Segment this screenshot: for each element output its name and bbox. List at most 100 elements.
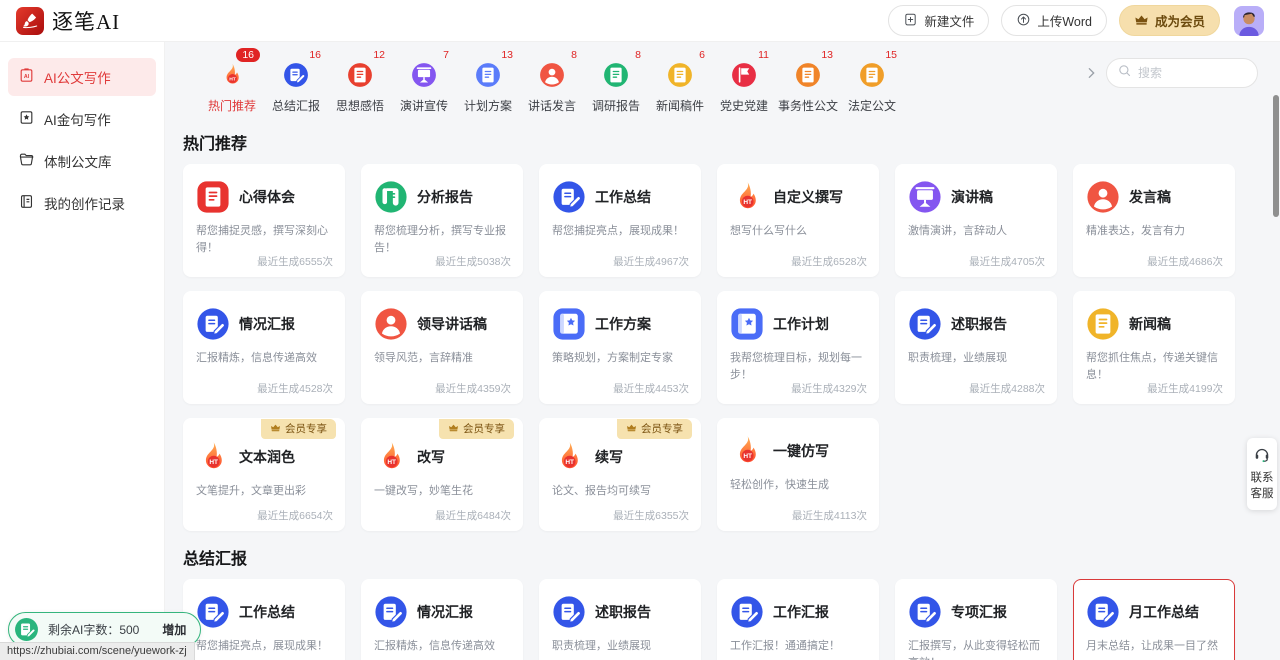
category-tab-2[interactable]: 16总结汇报 (264, 48, 328, 114)
new-document-button[interactable]: 新建文件 (888, 5, 989, 36)
scene-card[interactable]: 分析报告帮您梳理分析，撰写专业报告！最近生成5038次 (361, 164, 523, 277)
scene-card[interactable]: 情况汇报汇报精炼，信息传递高效最近生成4528次 (183, 291, 345, 404)
tab-label: 总结汇报 (264, 97, 328, 114)
card-title: 发言稿 (1129, 187, 1171, 207)
scene-card[interactable]: 会员专享HT续写论文、报告均可续写最近生成6355次 (539, 418, 701, 531)
card-description: 想写什么写什么 (730, 223, 866, 240)
app-title: 逐笔AI (52, 6, 120, 36)
user-avatar[interactable] (1234, 6, 1264, 36)
card-title: 新闻稿 (1129, 314, 1171, 334)
scene-card[interactable]: 工作汇报工作汇报！通通搞定！最近生成3164次 (717, 579, 879, 660)
podium-icon (411, 62, 437, 88)
sidebar-item-label: 我的创作记录 (44, 193, 125, 213)
scene-card[interactable]: 情况汇报汇报精炼，信息传递高效最近生成4528次 (361, 579, 523, 660)
brush-logo-icon (16, 7, 44, 35)
card-title: 述职报告 (595, 602, 651, 622)
crown-icon (1134, 12, 1149, 30)
card-header: 工作汇报 (730, 595, 866, 629)
card-description: 帮您捕捉灵感，撰写深刻心得！ (196, 223, 332, 257)
card-header: HT改写 (374, 440, 510, 474)
scene-card[interactable]: HT自定义撰写想写什么写什么最近生成6528次 (717, 164, 879, 277)
card-generation-count: 最近生成4359次 (435, 381, 511, 396)
section-title: 热门推荐 (183, 130, 1235, 154)
doc-c-icon (603, 62, 629, 88)
doc-c-icon (667, 62, 693, 88)
category-tab-11[interactable]: 15法定公文 (840, 48, 904, 114)
scene-card[interactable]: 工作总结帮您捕捉亮点，展现成果！最近生成4967次 (539, 164, 701, 277)
card-header: 领导讲话稿 (374, 307, 510, 341)
scene-card[interactable]: 演讲稿激情演讲，言辞动人最近生成4705次 (895, 164, 1057, 277)
remaining-ai-words-label: 剩余AI字数：500 (48, 621, 139, 638)
category-tab-7[interactable]: 8调研报告 (584, 48, 648, 114)
doc-c-icon (795, 62, 821, 88)
crown-icon (270, 422, 281, 436)
doc-pen-icon (283, 62, 309, 88)
scene-card[interactable]: 述职报告职责梳理，业绩展现最近生成4288次 (895, 291, 1057, 404)
card-description: 帮您抓住焦点，传递关键信息！ (1086, 350, 1222, 384)
sidebar-item-ai-official-writing[interactable]: AIAI公文写作 (8, 58, 156, 96)
tabs-overflow-chevron-icon[interactable] (1083, 65, 1099, 81)
svg-text:HT: HT (229, 76, 236, 82)
scene-card[interactable]: 会员专享HT文本润色文笔提升，文章更出彩最近生成6654次 (183, 418, 345, 531)
doc-pen-icon (1086, 595, 1120, 629)
tab-label: 法定公文 (840, 97, 904, 114)
category-tab-10[interactable]: 13事务性公文 (776, 48, 840, 114)
scene-card[interactable]: 会员专享HT改写一键改写，妙笔生花最近生成6484次 (361, 418, 523, 531)
sidebar-item-official-doc-library[interactable]: 体制公文库 (8, 142, 156, 180)
svg-text:AI: AI (24, 74, 30, 80)
card-description: 工作汇报！通通搞定！ (730, 638, 866, 655)
upload-word-button[interactable]: 上传Word (1001, 5, 1107, 36)
search-input[interactable] (1138, 66, 1247, 80)
scene-card[interactable]: 述职报告职责梳理，业绩展现最近生成4288次 (539, 579, 701, 660)
scene-card[interactable]: 工作总结帮您捕捉亮点，展现成果！最近生成4967次 (183, 579, 345, 660)
category-tab-5[interactable]: 13计划方案 (456, 48, 520, 114)
sidebar-item-ai-golden-writing[interactable]: AI金句写作 (8, 100, 156, 138)
card-header: 分析报告 (374, 180, 510, 214)
tab-label: 热门推荐 (200, 97, 264, 114)
contact-support-button[interactable]: 联系客服 (1247, 438, 1277, 510)
card-generation-count: 最近生成4288次 (969, 381, 1045, 396)
main-area: 16HT热门推荐16总结汇报12思想感悟7演讲宣传13计划方案8讲话发言8调研报… (165, 42, 1280, 660)
scene-card[interactable]: 心得体会帮您捕捉灵感，撰写深刻心得！最近生成6555次 (183, 164, 345, 277)
card-description: 帮您捕捉亮点，展现成果！ (196, 638, 332, 655)
scene-card[interactable]: 领导讲话稿领导风范，言辞精准最近生成4359次 (361, 291, 523, 404)
card-header: HT续写 (552, 440, 688, 474)
section-title: 总结汇报 (183, 545, 1235, 569)
add-words-button[interactable]: 增加 (162, 621, 186, 638)
tab-label: 演讲宣传 (392, 97, 456, 114)
card-generation-count: 最近生成6484次 (435, 508, 511, 523)
flame-icon: HT (730, 434, 764, 468)
category-tab-4[interactable]: 7 演讲宣传 (392, 48, 456, 114)
category-tab-9[interactable]: 11党史党建 (712, 48, 776, 114)
card-description: 汇报精炼，信息传递高效 (374, 638, 510, 655)
card-header: 演讲稿 (908, 180, 1044, 214)
tab-count-badge: 13 (821, 48, 833, 62)
tab-label: 计划方案 (456, 97, 520, 114)
category-tab-3[interactable]: 12思想感悟 (328, 48, 392, 114)
scene-card[interactable]: 工作方案策略规划，方案制定专家最近生成4453次 (539, 291, 701, 404)
scene-card[interactable]: 专项汇报汇报撰写，从此变得轻松而高效！最近生成3846次 (895, 579, 1057, 660)
scene-card[interactable]: 发言稿精准表达，发言有力最近生成4686次 (1073, 164, 1235, 277)
tab-count-badge: 12 (373, 48, 385, 62)
scene-card[interactable]: 工作计划我帮您梳理目标，规划每一步！最近生成4329次 (717, 291, 879, 404)
scrollbar-thumb[interactable] (1273, 95, 1279, 217)
flame-icon: HT (552, 440, 586, 474)
become-member-button[interactable]: 成为会员 (1119, 5, 1220, 36)
card-generation-count: 最近生成4528次 (257, 381, 333, 396)
category-tab-8[interactable]: 6新闻稿件 (648, 48, 712, 114)
sidebar-item-label: 体制公文库 (44, 151, 112, 171)
card-grid: 心得体会帮您捕捉灵感，撰写深刻心得！最近生成6555次分析报告帮您梳理分析，撰写… (183, 164, 1235, 531)
scene-card[interactable]: 新闻稿帮您抓住焦点，传递关键信息！最近生成4199次 (1073, 291, 1235, 404)
sidebar-nav: AIAI公文写作 AI金句写作体制公文库我的创作记录 (0, 42, 165, 660)
tab-label: 调研报告 (584, 97, 648, 114)
category-tab-6[interactable]: 8讲话发言 (520, 48, 584, 114)
tab-count-badge: 7 (443, 48, 449, 62)
doc-pen-green-icon (14, 617, 39, 642)
card-header: 心得体会 (196, 180, 332, 214)
scene-card[interactable]: HT一键仿写轻松创作，快速生成最近生成4113次 (717, 418, 879, 531)
sidebar-item-my-creation-records[interactable]: 我的创作记录 (8, 184, 156, 222)
scene-card[interactable]: 月工作总结月末总结，让成果一目了然最近生成3254次 (1073, 579, 1235, 660)
category-tab-1[interactable]: 16HT热门推荐 (200, 48, 264, 114)
top-bar: 逐笔AI 新建文件 上传Word 成为会员 (0, 0, 1280, 42)
flame-icon: HT (730, 180, 764, 214)
